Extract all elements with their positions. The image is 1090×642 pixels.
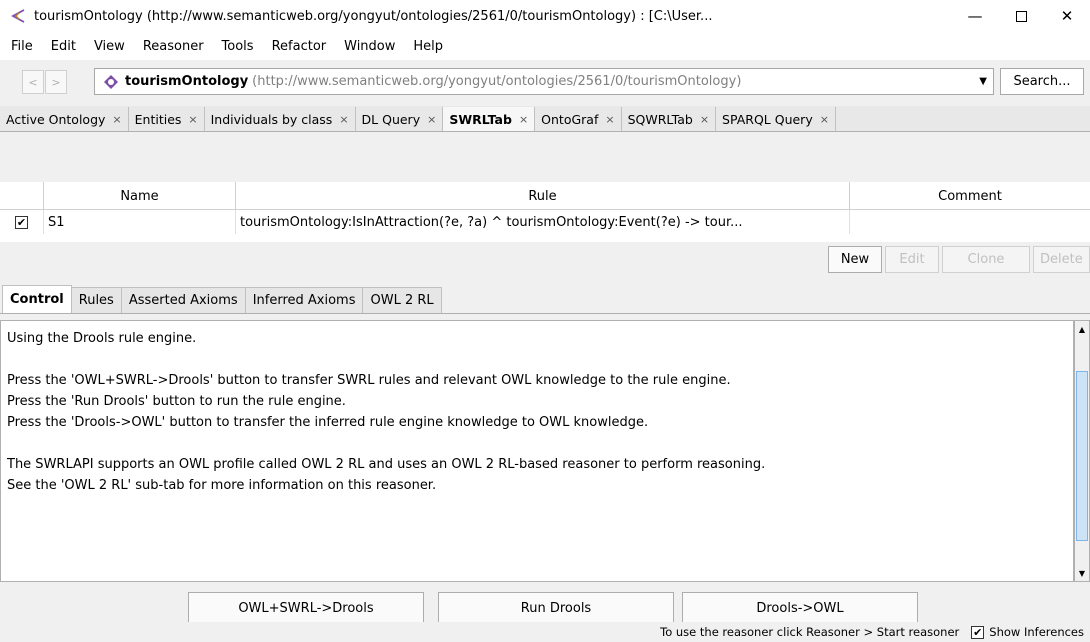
rules-table-header: Name Rule Comment xyxy=(0,182,1090,210)
console-line: Press the 'Run Drools' button to run the… xyxy=(7,394,346,409)
control-console-text[interactable]: Using the Drools rule engine. Press the … xyxy=(0,320,1074,582)
menu-bar: File Edit View Reasoner Tools Refactor W… xyxy=(0,32,1090,60)
tab-label: Active Ontology xyxy=(6,111,106,127)
maximize-icon xyxy=(1015,10,1027,22)
close-window-button[interactable]: ✕ xyxy=(1044,0,1090,32)
run-drools-button[interactable]: Run Drools xyxy=(438,592,674,624)
show-inferences-checkbox[interactable]: ✔ xyxy=(971,625,985,639)
new-rule-button[interactable]: New xyxy=(828,246,882,273)
maximize-button[interactable] xyxy=(998,0,1044,32)
subtab-control[interactable]: Control xyxy=(2,285,72,313)
menu-refactor[interactable]: Refactor xyxy=(263,39,336,54)
header-enabled xyxy=(0,182,44,210)
tab-sparql-query[interactable]: SPARQL Query × xyxy=(716,107,836,131)
window-title: tourismOntology (http://www.semanticweb.… xyxy=(34,8,713,24)
tab-entities[interactable]: Entities × xyxy=(128,107,205,131)
protege-app-icon xyxy=(11,9,25,23)
rule-name-cell: S1 xyxy=(44,210,236,234)
show-inferences-toggle[interactable]: ✔ Show Inferences xyxy=(971,625,1084,639)
drools-to-owl-button[interactable]: Drools->OWL xyxy=(682,592,918,624)
menu-tools[interactable]: Tools xyxy=(213,39,263,54)
tab-label: SPARQL Query xyxy=(722,111,813,127)
scroll-up-icon[interactable]: ▲ xyxy=(1075,321,1089,337)
rule-enabled-cell: ✔ xyxy=(0,210,44,234)
tab-label: Entities xyxy=(134,111,182,127)
tab-close-icon[interactable]: × xyxy=(427,113,436,126)
ontology-uri: (http://www.semanticweb.org/yongyut/onto… xyxy=(252,74,742,89)
tab-active-ontology[interactable]: Active Ontology × xyxy=(0,107,129,131)
menu-edit[interactable]: Edit xyxy=(42,39,85,54)
console-line: Using the Drools rule engine. xyxy=(7,331,197,346)
drools-action-bar: OWL+SWRL->Drools Run Drools Drools->OWL xyxy=(0,582,1090,624)
menu-file[interactable]: File xyxy=(2,39,42,54)
forward-button[interactable]: > xyxy=(45,70,67,94)
tab-close-icon[interactable]: × xyxy=(339,113,348,126)
tab-close-icon[interactable]: × xyxy=(605,113,614,126)
rule-button-bar: New Edit Clone Delete xyxy=(0,242,1090,276)
clone-rule-button[interactable]: Clone xyxy=(942,246,1030,273)
show-inferences-label: Show Inferences xyxy=(989,625,1084,639)
tab-swrltab[interactable]: SWRLTab × xyxy=(443,107,536,131)
tab-dl-query[interactable]: DL Query × xyxy=(355,107,444,131)
tab-close-icon[interactable]: × xyxy=(820,113,829,126)
ontology-name: tourismOntology xyxy=(125,74,249,89)
tab-label: Individuals by class xyxy=(210,111,333,127)
ontology-selector[interactable]: tourismOntology (http://www.semanticweb.… xyxy=(94,68,994,95)
back-button[interactable]: < xyxy=(22,70,44,94)
forward-icon: > xyxy=(51,75,61,89)
menu-window[interactable]: Window xyxy=(335,39,404,54)
search-button[interactable]: Search... xyxy=(1000,68,1084,95)
close-icon: ✕ xyxy=(1060,7,1074,25)
delete-rule-button[interactable]: Delete xyxy=(1033,246,1090,273)
tab-label: OntoGraf xyxy=(541,111,599,127)
header-name[interactable]: Name xyxy=(44,182,236,210)
subtab-inferred-axioms[interactable]: Inferred Axioms xyxy=(244,287,364,313)
tab-close-icon[interactable]: × xyxy=(188,113,197,126)
scroll-thumb[interactable] xyxy=(1076,371,1088,541)
tab-ontograf[interactable]: OntoGraf × xyxy=(535,107,622,131)
tab-close-icon[interactable]: × xyxy=(112,113,121,126)
main-tab-bar: Active Ontology × Entities × Individuals b… xyxy=(0,106,1090,132)
tab-close-icon[interactable]: × xyxy=(700,113,709,126)
rule-comment-cell xyxy=(850,210,1090,234)
menu-help[interactable]: Help xyxy=(404,39,452,54)
console-line: Press the 'Drools->OWL' button to transf… xyxy=(7,415,649,430)
scroll-down-icon[interactable]: ▼ xyxy=(1075,565,1089,581)
back-icon: < xyxy=(28,75,38,89)
menu-reasoner[interactable]: Reasoner xyxy=(134,39,213,54)
subtab-rules[interactable]: Rules xyxy=(70,287,122,313)
owl-swrl-to-drools-button[interactable]: OWL+SWRL->Drools xyxy=(188,592,424,624)
tab-label: SQWRLTab xyxy=(627,111,693,127)
tab-individuals-by-class[interactable]: Individuals by class × xyxy=(204,107,356,131)
header-rule[interactable]: Rule xyxy=(236,182,850,210)
console-line: Press the 'OWL+SWRL->Drools' button to t… xyxy=(7,373,731,388)
edit-rule-button[interactable]: Edit xyxy=(885,246,939,273)
status-bar: To use the reasoner click Reasoner > Sta… xyxy=(0,622,1090,642)
swrl-sub-tab-bar: Control Rules Asserted Axioms Inferred A… xyxy=(0,285,1090,314)
rule-enabled-checkbox[interactable]: ✔ xyxy=(15,215,28,229)
reasoner-status-text: To use the reasoner click Reasoner > Sta… xyxy=(660,625,960,639)
tab-close-icon[interactable]: × xyxy=(519,113,528,126)
tab-sqwrltab[interactable]: SQWRLTab × xyxy=(621,107,717,131)
minimize-icon: — xyxy=(967,7,983,25)
title-bar: tourismOntology (http://www.semanticweb.… xyxy=(0,0,1090,32)
table-row[interactable]: ✔ S1 tourismOntology:IsInAttraction(?e, … xyxy=(0,210,1090,236)
subtab-owl2rl[interactable]: OWL 2 RL xyxy=(362,287,442,313)
ontology-diamond-icon xyxy=(104,74,118,89)
ontology-address-bar: < > tourismOntology (http://www.semantic… xyxy=(0,60,1090,106)
console-line: The SWRLAPI supports an OWL profile call… xyxy=(7,457,766,472)
console-scrollbar[interactable]: ▲ ▼ xyxy=(1074,320,1090,582)
header-comment[interactable]: Comment xyxy=(850,182,1090,210)
tab-label: SWRLTab xyxy=(449,111,512,127)
dropdown-arrow-icon[interactable]: ▼ xyxy=(979,76,987,87)
tab-label: DL Query xyxy=(361,111,421,127)
subtab-asserted-axioms[interactable]: Asserted Axioms xyxy=(120,287,246,313)
rule-body-cell: tourismOntology:IsInAttraction(?e, ?a) ^… xyxy=(236,210,850,234)
minimize-button[interactable]: — xyxy=(952,0,998,32)
menu-view[interactable]: View xyxy=(85,39,134,54)
console-line: See the 'OWL 2 RL' sub-tab for more info… xyxy=(7,478,437,493)
